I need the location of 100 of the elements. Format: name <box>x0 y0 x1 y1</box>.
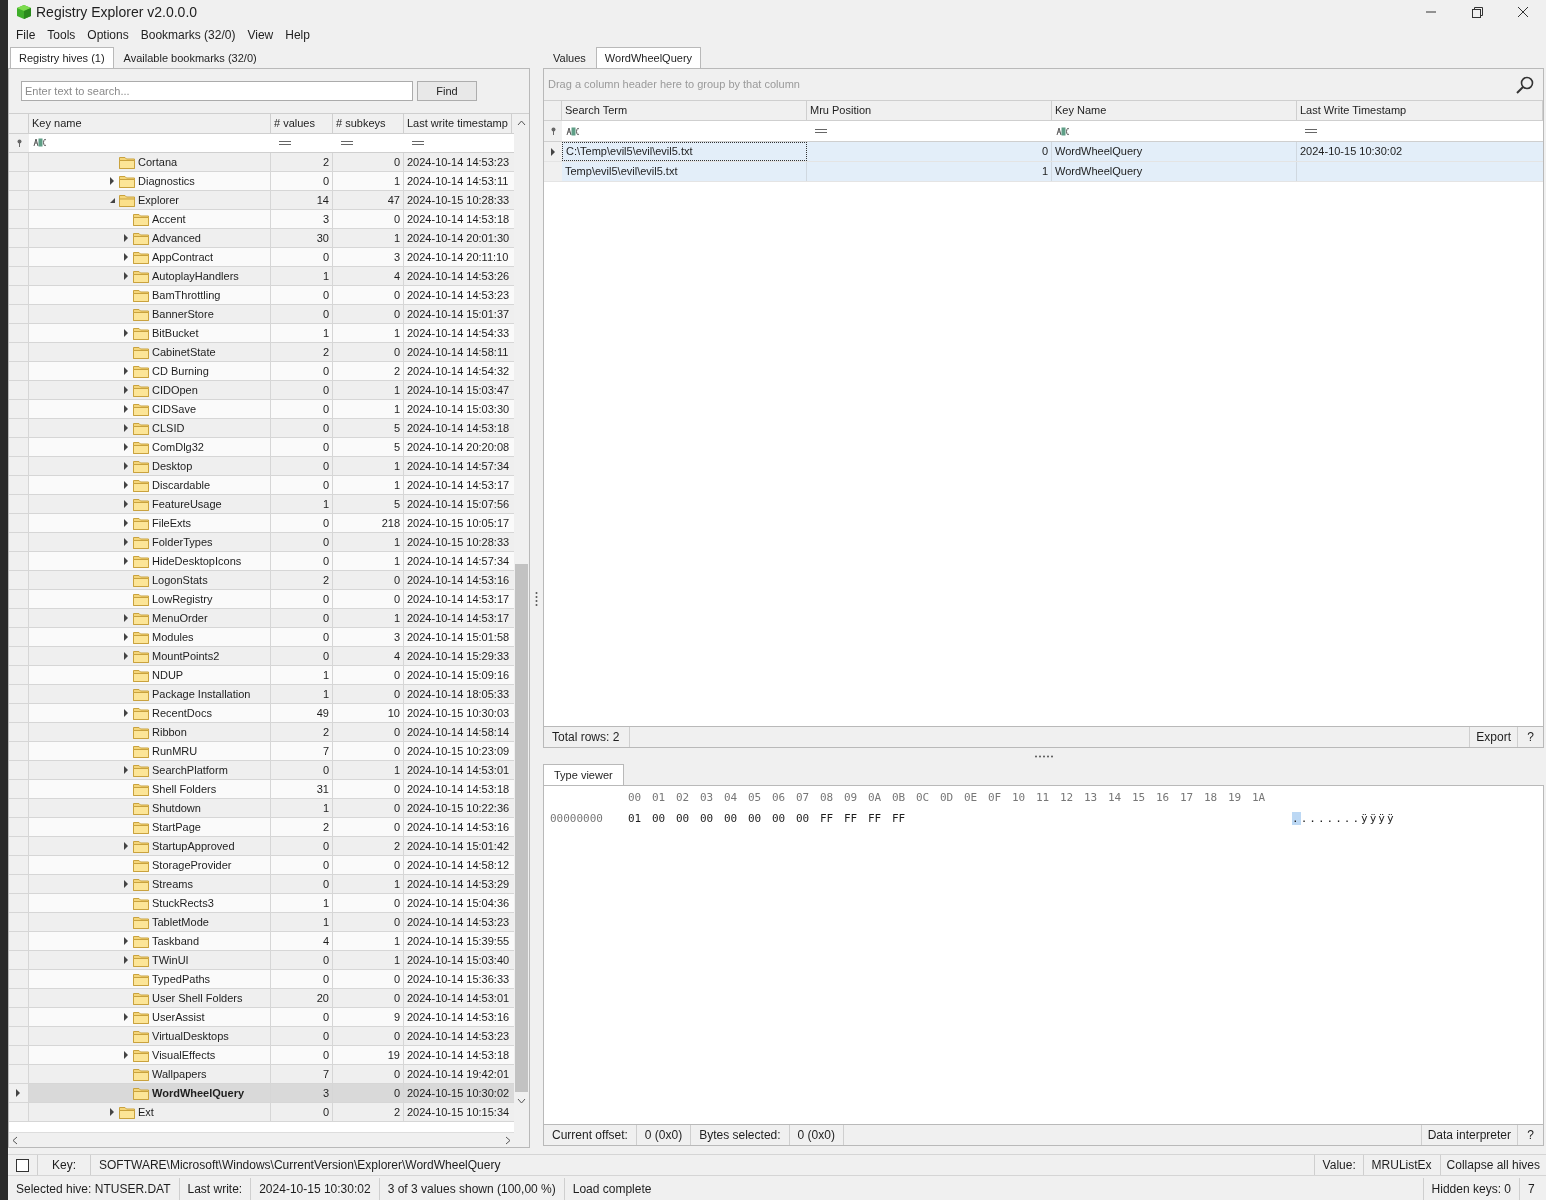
tree-row[interactable]: ComDlg32 0 5 2024-10-14 20:20:08 <box>9 438 514 457</box>
tree-row[interactable]: WordWheelQuery 3 0 2024-10-15 10:30:02 <box>9 1084 514 1103</box>
export-button[interactable]: Export <box>1469 727 1517 747</box>
scroll-up-icon[interactable] <box>517 120 526 126</box>
column-header[interactable]: Mru Position <box>807 101 1052 120</box>
tree-row[interactable]: Diagnostics 0 1 2024-10-14 14:53:11 <box>9 172 514 191</box>
row-header[interactable] <box>9 1084 29 1102</box>
tree-row[interactable]: HideDesktopIcons 0 1 2024-10-14 14:57:34 <box>9 552 514 571</box>
tree-row[interactable]: LowRegistry 0 0 2024-10-14 14:53:17 <box>9 590 514 609</box>
equals-filter-icon[interactable] <box>815 128 827 134</box>
expand-arrow-icon[interactable] <box>123 880 130 888</box>
expand-arrow-icon[interactable] <box>123 481 130 489</box>
expand-arrow-icon[interactable] <box>123 766 130 774</box>
equals-filter-icon[interactable] <box>279 140 291 146</box>
tree-row[interactable]: Wallpapers 7 0 2024-10-14 19:42:01 <box>9 1065 514 1084</box>
expand-arrow-icon[interactable] <box>123 405 130 413</box>
tree-row[interactable]: StartPage 2 0 2024-10-14 14:53:16 <box>9 818 514 837</box>
column-header[interactable]: Search Term <box>562 101 807 120</box>
tree-row[interactable]: MountPoints2 0 4 2024-10-14 15:29:33 <box>9 647 514 666</box>
tree-row[interactable]: TWinUI 0 1 2024-10-14 15:03:40 <box>9 951 514 970</box>
tree-row[interactable]: BitBucket 1 1 2024-10-14 14:54:33 <box>9 324 514 343</box>
menu-item[interactable]: View <box>243 26 278 44</box>
tree-row[interactable]: MenuOrder 0 1 2024-10-14 14:53:17 <box>9 609 514 628</box>
expand-arrow-icon[interactable] <box>123 519 130 527</box>
equals-filter-icon[interactable] <box>412 140 424 146</box>
menu-item[interactable]: Tools <box>43 26 80 44</box>
menu-item[interactable]: Bookmarks (32/0) <box>136 26 240 44</box>
expand-arrow-icon[interactable] <box>123 367 130 375</box>
tree-row[interactable]: StartupApproved 0 2 2024-10-14 15:01:42 <box>9 837 514 856</box>
collapse-arrow-icon[interactable] <box>109 196 116 204</box>
menu-item[interactable]: Options <box>83 26 133 44</box>
expand-arrow-icon[interactable] <box>123 1013 130 1021</box>
text-filter-icon[interactable] <box>1056 126 1070 136</box>
equals-filter-icon[interactable] <box>1305 128 1317 134</box>
expand-arrow-icon[interactable] <box>123 253 130 261</box>
tree-row[interactable]: Ext 0 2 2024-10-15 10:15:34 <box>9 1103 514 1122</box>
expand-arrow-icon[interactable] <box>123 386 130 394</box>
tree-row[interactable]: VisualEffects 0 19 2024-10-14 14:53:18 <box>9 1046 514 1065</box>
equals-filter-icon[interactable] <box>341 140 353 146</box>
splitter-grip-icon[interactable] <box>1033 754 1054 758</box>
expand-arrow-icon[interactable] <box>123 443 130 451</box>
tree-row[interactable]: Advanced 30 1 2024-10-14 20:01:30 <box>9 229 514 248</box>
tree-row[interactable]: VirtualDesktops 0 0 2024-10-14 14:53:23 <box>9 1027 514 1046</box>
tree-row[interactable]: Modules 0 3 2024-10-14 15:01:58 <box>9 628 514 647</box>
splitter-grip-icon[interactable] <box>535 590 538 607</box>
scroll-down-icon[interactable] <box>517 1098 526 1104</box>
expand-arrow-icon[interactable] <box>123 614 130 622</box>
menu-item[interactable]: File <box>12 26 40 44</box>
expand-arrow-icon[interactable] <box>123 937 130 945</box>
tree-row[interactable]: Shell Folders 31 0 2024-10-14 14:53:18 <box>9 780 514 799</box>
tree-row[interactable]: AutoplayHandlers 1 4 2024-10-14 14:53:26 <box>9 267 514 286</box>
expand-arrow-icon[interactable] <box>109 1108 116 1116</box>
tree-row[interactable]: CLSID 0 5 2024-10-14 14:53:18 <box>9 419 514 438</box>
tree-row[interactable]: LogonStats 2 0 2024-10-14 14:53:16 <box>9 571 514 590</box>
tab[interactable]: Registry hives (1) <box>10 47 114 68</box>
tree-row[interactable]: StuckRects3 1 0 2024-10-14 15:04:36 <box>9 894 514 913</box>
tab[interactable]: Values <box>543 49 596 68</box>
scroll-right-icon[interactable] <box>505 1135 511 1145</box>
tree-row[interactable]: FolderTypes 0 1 2024-10-15 10:28:33 <box>9 533 514 552</box>
menu-item[interactable]: Help <box>281 26 314 44</box>
expand-arrow-icon[interactable] <box>123 1051 130 1059</box>
expand-arrow-icon[interactable] <box>123 329 130 337</box>
column-header[interactable]: # values <box>271 114 333 133</box>
data-interpreter-button[interactable]: Data interpreter <box>1420 1125 1517 1145</box>
tree-row[interactable]: CD Burning 0 2 2024-10-14 14:54:32 <box>9 362 514 381</box>
find-button[interactable]: Find <box>417 81 477 101</box>
expand-arrow-icon[interactable] <box>123 557 130 565</box>
expand-arrow-icon[interactable] <box>123 424 130 432</box>
expand-arrow-icon[interactable] <box>123 709 130 717</box>
grid-row[interactable]: Temp\evil5\evil\evil5.txt 1 WordWheelQuery <box>544 162 1543 182</box>
help-button[interactable]: ? <box>1517 1125 1543 1145</box>
tree-row[interactable]: TypedPaths 0 0 2024-10-14 15:36:33 <box>9 970 514 989</box>
grid-row[interactable]: C:\Temp\evil5\evil\evil5.txt 0 WordWheelQuery 2024-10-15 10:30:02 <box>544 142 1543 162</box>
tree-row[interactable]: SearchPlatform 0 1 2024-10-14 14:53:01 <box>9 761 514 780</box>
checkbox[interactable] <box>16 1158 29 1172</box>
tree-row[interactable]: Taskband 4 1 2024-10-14 15:39:55 <box>9 932 514 951</box>
expand-arrow-icon[interactable] <box>123 500 130 508</box>
type-viewer-tab[interactable]: Type viewer <box>543 764 624 785</box>
tree-row[interactable]: RunMRU 7 0 2024-10-15 10:23:09 <box>9 742 514 761</box>
tree-row[interactable]: Desktop 0 1 2024-10-14 14:57:34 <box>9 457 514 476</box>
expand-arrow-icon[interactable] <box>123 842 130 850</box>
expand-arrow-icon[interactable] <box>123 652 130 660</box>
tree-row[interactable]: Package Installation 1 0 2024-10-14 18:05:33 <box>9 685 514 704</box>
expand-arrow-icon[interactable] <box>123 538 130 546</box>
column-header[interactable]: Last Write Timestamp <box>1297 101 1543 120</box>
tree-row[interactable]: Ribbon 2 0 2024-10-14 14:58:14 <box>9 723 514 742</box>
tree-row[interactable]: FileExts 0 218 2024-10-15 10:05:17 <box>9 514 514 533</box>
tree-row[interactable]: StorageProvider 0 0 2024-10-14 14:58:12 <box>9 856 514 875</box>
tree-row[interactable]: CIDSave 0 1 2024-10-14 15:03:30 <box>9 400 514 419</box>
tree-row[interactable]: BannerStore 0 0 2024-10-14 15:01:37 <box>9 305 514 324</box>
tab[interactable]: WordWheelQuery <box>595 47 702 68</box>
text-filter-icon[interactable] <box>33 137 47 149</box>
text-filter-icon[interactable] <box>566 126 580 136</box>
column-header[interactable]: # subkeys <box>333 114 404 133</box>
expand-arrow-icon[interactable] <box>123 633 130 641</box>
tree-row[interactable]: NDUP 1 0 2024-10-14 15:09:16 <box>9 666 514 685</box>
tree-row[interactable]: CabinetState 2 0 2024-10-14 14:58:11 <box>9 343 514 362</box>
tree-row[interactable]: CIDOpen 0 1 2024-10-14 15:03:47 <box>9 381 514 400</box>
tree-row[interactable]: RecentDocs 49 10 2024-10-15 10:30:03 <box>9 704 514 723</box>
expand-arrow-icon[interactable] <box>123 234 130 242</box>
